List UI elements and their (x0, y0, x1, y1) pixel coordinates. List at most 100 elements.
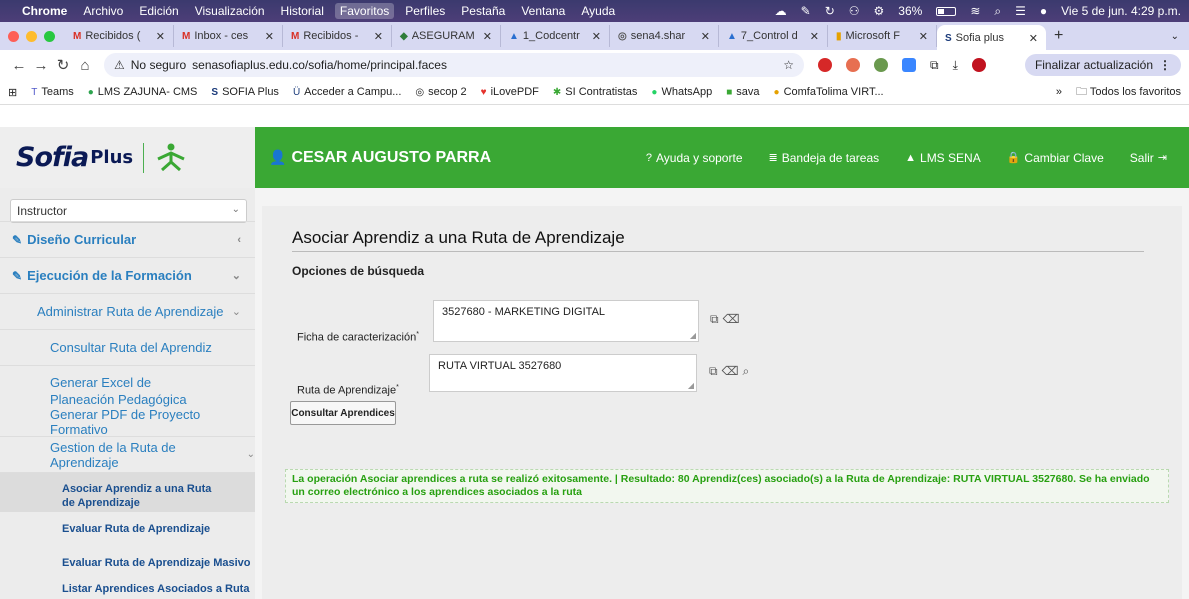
close-tab-icon[interactable]: ✕ (592, 30, 601, 43)
menu-perfiles[interactable]: Perfiles (405, 4, 445, 18)
bookmark-ilovepdf[interactable]: ♥ iLovePDF (481, 86, 539, 98)
clear-icon[interactable]: ⌫ (723, 312, 740, 327)
sidebar-item-evaluar-ruta[interactable]: Evaluar Ruta de Aprendizaje (0, 512, 255, 546)
home-icon[interactable]: ⌂ (74, 57, 96, 74)
clear-icon[interactable]: ⌫ (722, 364, 739, 379)
sidebar-item-diseno-curricular[interactable]: ✎ Diseño Curricular ‹ (0, 221, 255, 257)
search-list-icon[interactable]: ⧉ (709, 364, 718, 379)
all-bookmarks[interactable]: 🗀 Todos los favoritos (1076, 83, 1181, 102)
forward-icon[interactable]: → (30, 57, 52, 74)
bookmark-sava[interactable]: ■ sava (726, 86, 759, 98)
tab[interactable]: M Recibidos - ✕ (283, 25, 392, 47)
url-text[interactable]: senasofiaplus.edu.co/sofia/home/principa… (192, 58, 447, 72)
close-tab-icon[interactable]: ✕ (919, 30, 928, 43)
settings-icon[interactable]: ⚙ (874, 4, 885, 18)
bookmark-lms[interactable]: ● LMS ZAJUNA- CMS (88, 86, 198, 98)
bookmark-sofia[interactable]: S SOFIA Plus (211, 86, 279, 98)
download-icon[interactable]: ⤓ (953, 58, 958, 73)
help-link[interactable]: ? Ayuda y soporte (646, 151, 743, 165)
tab[interactable]: ▮ Microsoft F ✕ (828, 25, 937, 47)
extension-icon[interactable] (818, 58, 832, 72)
zoom-window-button[interactable] (44, 30, 55, 42)
user-name[interactable]: CESAR AUGUSTO PARRA (291, 149, 491, 167)
sidebar-item-administrar-ruta[interactable]: Administrar Ruta de Aprendizaje ⌄ (0, 293, 255, 329)
battery-percent[interactable]: 36% (898, 4, 922, 18)
apps-icon[interactable]: ⊞ (8, 86, 17, 99)
tasks-link[interactable]: ≣ Bandeja de tareas (769, 151, 880, 165)
menu-favoritos[interactable]: Favoritos (334, 3, 395, 19)
avatar[interactable] (971, 58, 986, 72)
control-center-icon[interactable]: ☰ (1015, 4, 1026, 18)
ficha-field[interactable]: 3527680 - MARKETING DIGITAL ◢ (433, 300, 699, 342)
bookmark-comfatolima[interactable]: ● ComfaTolima VIRT... (774, 86, 884, 98)
resize-handle-icon[interactable]: ◢ (688, 381, 694, 390)
sidebar-item-consultar-ruta[interactable]: Consultar Ruta del Aprendiz (0, 329, 255, 365)
bookmark-teams[interactable]: T Teams (31, 86, 74, 98)
sidebar-item-gestion-ruta[interactable]: Gestion de la Ruta de Aprendizaje ⌄ (0, 436, 255, 472)
close-tab-icon[interactable]: ✕ (810, 30, 819, 43)
menu-pestana[interactable]: Pestaña (461, 4, 505, 18)
sync-icon[interactable]: ↻ (825, 4, 835, 18)
menu-edicion[interactable]: Edición (139, 4, 178, 18)
cloud-icon[interactable]: ☁ (775, 4, 787, 18)
close-tab-icon[interactable]: ✕ (701, 30, 710, 43)
wifi-icon[interactable]: ≋ (970, 4, 980, 18)
sidebar-item-evaluar-ruta-masivo[interactable]: Evaluar Ruta de Aprendizaje Masivo (0, 546, 255, 580)
menu-ayuda[interactable]: Ayuda (581, 4, 615, 18)
menu-visualizacion[interactable]: Visualización (195, 4, 265, 18)
logo[interactable]: Sofia Plus (0, 127, 255, 188)
bookmark-whatsapp[interactable]: ● WhatsApp (651, 86, 712, 98)
battery-icon[interactable] (936, 6, 957, 16)
sidebar-item-asociar-aprendiz[interactable]: Asociar Aprendiz a una Ruta de Aprendiza… (0, 472, 255, 512)
puzzle-icon[interactable]: ⧉ (930, 58, 939, 73)
tab[interactable]: ◎ sena4.shar ✕ (610, 25, 719, 47)
ruta-field[interactable]: RUTA VIRTUAL 3527680 ◢ (429, 354, 697, 392)
clock[interactable]: Vie 5 de jun. 4:29 p.m. (1061, 4, 1181, 18)
chevron-down-icon[interactable]: ⌄ (1171, 31, 1179, 42)
update-button[interactable]: Finalizar actualización ⋮ (1024, 54, 1181, 76)
warning-icon[interactable]: ⚠ (114, 58, 125, 72)
people-icon[interactable]: ⚇ (849, 4, 860, 18)
tab[interactable]: ▲ 7_Control d ✕ (719, 25, 828, 47)
extension-icon[interactable] (846, 58, 860, 72)
url-input[interactable]: ⚠ No seguro senasofiaplus.edu.co/sofia/h… (104, 53, 804, 77)
logout-link[interactable]: Salir ⇥ (1130, 151, 1171, 165)
close-tab-icon[interactable]: ✕ (156, 30, 165, 43)
extension-icon[interactable] (902, 58, 916, 72)
back-icon[interactable]: ← (8, 57, 30, 74)
lms-link[interactable]: ▲ LMS SENA (905, 151, 981, 165)
search-list-icon[interactable]: ⧉ (710, 312, 719, 327)
tab[interactable]: M Inbox - ces ✕ (174, 25, 283, 47)
role-select[interactable]: Instructor ⌄ (10, 199, 247, 223)
bookmark-campus[interactable]: Ü Acceder a Campu... (293, 86, 401, 98)
resize-handle-icon[interactable]: ◢ (690, 331, 696, 340)
close-tab-icon[interactable]: ✕ (265, 30, 274, 43)
new-tab-icon[interactable]: + (1054, 27, 1063, 45)
sidebar-item-generar-pdf[interactable]: Generar PDF de Proyecto Formativo (0, 404, 255, 440)
search-icon[interactable]: ⌕ (743, 364, 750, 379)
tab[interactable]: ▲ 1_Codcentr ✕ (501, 25, 610, 47)
security-label[interactable]: No seguro (131, 58, 186, 72)
consultar-aprendices-button[interactable]: Consultar Aprendices (290, 401, 396, 425)
sidebar-item-listar-aprendices[interactable]: Listar Aprendices Asociados a Ruta (0, 579, 255, 599)
pen-icon[interactable]: ✎ (801, 4, 811, 18)
reload-icon[interactable]: ↻ (52, 56, 74, 74)
search-icon[interactable]: ⌕ (994, 4, 1001, 19)
tab[interactable]: ◆ ASEGURAM ✕ (392, 25, 501, 47)
menu-app[interactable]: Chrome (22, 4, 67, 18)
more-bookmarks-icon[interactable]: » (1056, 86, 1062, 98)
close-tab-icon[interactable]: ✕ (1029, 32, 1038, 45)
tab[interactable]: M Recibidos (✕ (65, 25, 174, 47)
menu-ventana[interactable]: Ventana (521, 4, 565, 18)
close-tab-icon[interactable]: ✕ (374, 30, 383, 43)
siri-icon[interactable]: ● (1040, 4, 1047, 18)
sidebar-item-ejecucion-formacion[interactable]: ✎ Ejecución de la Formación ⌄ (0, 257, 255, 293)
minimize-window-button[interactable] (26, 30, 37, 42)
close-window-button[interactable] (8, 30, 19, 42)
bookmark-secop[interactable]: ◎ secop 2 (415, 86, 466, 98)
menu-historial[interactable]: Historial (281, 4, 324, 18)
tab-active[interactable]: S Sofia plus ✕ (937, 25, 1046, 51)
close-tab-icon[interactable]: ✕ (483, 30, 492, 43)
extension-icon[interactable] (874, 58, 888, 72)
menu-archivo[interactable]: Archivo (83, 4, 123, 18)
